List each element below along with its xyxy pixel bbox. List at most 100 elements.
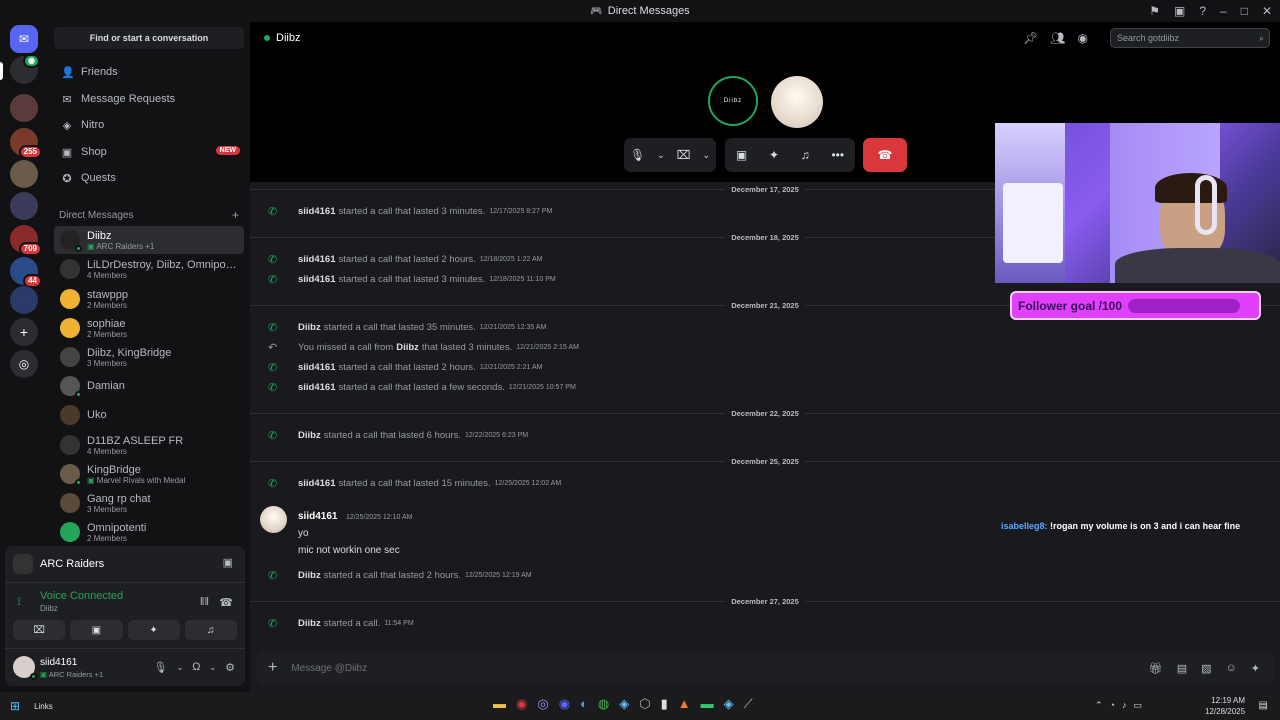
dm-item[interactable]: Damian (54, 372, 244, 400)
chevron-down-icon[interactable]: ⌄ (209, 663, 216, 674)
call-event: ✆ siid4161 started a call that lasted a fe… (268, 381, 576, 394)
nav-quests[interactable]: ✪ Quests (54, 166, 244, 190)
app-icon[interactable]: ⟋ (744, 696, 753, 712)
pin-icon[interactable]: 📌︎ (1023, 31, 1038, 45)
noise-icon[interactable]: ‖‖ (200, 596, 209, 608)
camera-off-icon[interactable]: ⌧ (677, 148, 691, 162)
app-icon[interactable]: ◉ (516, 696, 527, 712)
clock[interactable]: 12:19 AM 12/28/2025 (1205, 695, 1245, 717)
windows-start-icon[interactable]: ⊞ (10, 699, 20, 713)
chevron-down-icon[interactable]: ⌄ (657, 150, 665, 161)
discord-home-button[interactable]: ✉ (10, 25, 38, 53)
edge-icon[interactable]: ◐ (580, 696, 588, 712)
camera-button[interactable]: ⌧ (13, 620, 66, 640)
gift-icon[interactable]: 🎁︎ (1149, 662, 1163, 675)
add-server-button[interactable]: + (10, 318, 38, 346)
mic-icon[interactable]: 🎙︎ (630, 148, 645, 162)
soundboard-button[interactable]: ♫ (184, 620, 237, 640)
add-friends-icon[interactable]: 👥︎ (1050, 31, 1065, 45)
caller-avatar[interactable]: Diibz (708, 76, 758, 126)
chevron-down-icon[interactable]: ⌄ (176, 663, 183, 674)
goal-progress-bar (1128, 298, 1241, 313)
minimize-button[interactable]: – (1220, 4, 1227, 18)
screen-icon[interactable]: ▣ (1174, 4, 1185, 18)
end-call-button[interactable]: ☎ (863, 138, 907, 172)
app-icon[interactable]: ◎ (537, 696, 548, 712)
avatar (60, 464, 82, 486)
maximize-button[interactable]: □ (1241, 4, 1248, 18)
tray-chevron-icon[interactable]: ⌃ (1095, 700, 1103, 711)
nav-shop[interactable]: ▣ Shop NEW (54, 140, 244, 164)
file-explorer-icon[interactable]: ▬ (493, 696, 506, 712)
dm-item[interactable]: Uko (54, 401, 244, 429)
mic-control[interactable]: 🎙︎ ⌄ ⌧ ⌄ (624, 138, 716, 172)
chrome-icon[interactable]: ◍ (598, 696, 609, 712)
activity-icon[interactable]: ▣ (223, 556, 233, 569)
discord-taskbar-icon[interactable]: ◉ (559, 696, 570, 712)
gif-icon[interactable]: ▤ (1177, 662, 1187, 675)
screen-share-button[interactable]: ▣ (70, 620, 123, 640)
help-icon[interactable]: ? (1199, 4, 1206, 18)
steam-icon[interactable]: ◈ (619, 696, 629, 712)
chevron-down-icon[interactable]: ⌄ (702, 150, 710, 161)
add-attachment-icon[interactable]: + (268, 659, 277, 677)
dm-item[interactable]: Diibz ▣ ARC Raiders +1 (54, 226, 244, 254)
screen-share-icon[interactable]: ▣ (736, 148, 747, 162)
dm-item[interactable]: Diibz, KingBridge 3 Members (54, 343, 244, 371)
add-dm-icon[interactable]: + (232, 208, 239, 222)
server-icon[interactable]: 255 (10, 128, 42, 159)
network-icon[interactable]: ◔ (1110, 700, 1115, 711)
app-icon[interactable]: ⬡ (639, 696, 650, 712)
epic-games-icon[interactable]: ▮ (661, 696, 668, 712)
nav-friends[interactable]: 👤 Friends (54, 60, 244, 84)
activities-button[interactable]: ✦ (127, 620, 180, 640)
game-icon: ▣ (87, 475, 95, 485)
profile-icon[interactable]: ◉ (1078, 31, 1088, 45)
nav-nitro[interactable]: ◈ Nitro (54, 113, 244, 137)
avatar[interactable] (260, 506, 287, 533)
battery-icon[interactable]: ▭ (1133, 700, 1142, 711)
dm-item[interactable]: Omnipotenti 2 Members (54, 518, 244, 546)
dm-item[interactable]: sophiae 2 Members (54, 314, 244, 342)
notification-icon[interactable]: ▤ (1259, 700, 1268, 711)
volume-icon[interactable]: ♪ (1122, 700, 1127, 711)
settings-icon[interactable]: ⚙ (225, 661, 235, 674)
server-icon[interactable] (10, 160, 38, 188)
activities-icon[interactable]: ✦ (769, 148, 779, 162)
find-conversation-button[interactable]: Find or start a conversation (54, 27, 244, 49)
sticker-icon[interactable]: ▧ (1201, 662, 1211, 675)
self-avatar[interactable] (771, 76, 823, 128)
nav-message-requests[interactable]: ✉ Message Requests (54, 87, 244, 111)
server-icon[interactable]: 44 (10, 257, 42, 288)
disconnect-icon[interactable]: ☎ (219, 596, 233, 609)
dm-item[interactable]: LiLDrDestroy, Diibz, Omnipot... 4 Members (54, 255, 244, 283)
server-icon[interactable] (10, 286, 38, 314)
more-icon[interactable]: ••• (831, 148, 844, 162)
user-avatar[interactable] (13, 656, 37, 680)
links-label[interactable]: Links (34, 702, 53, 711)
avatar (60, 318, 80, 338)
server-icon[interactable] (10, 94, 38, 122)
emoji-icon[interactable]: ☺ (1226, 662, 1237, 675)
dm-item[interactable]: KingBridge ▣ Marvel Rivals with Medal (54, 460, 244, 488)
dm-item[interactable]: D11BZ ASLEEP FR 4 Members (54, 431, 244, 459)
close-button[interactable]: ✕ (1262, 4, 1272, 18)
mic-icon[interactable]: 🎙︎ (154, 661, 168, 674)
dm-item[interactable]: Gang rp chat 3 Members (54, 489, 244, 517)
app-icon[interactable]: ▲ (678, 696, 691, 712)
inbox-icon[interactable]: ⚑ (1149, 4, 1160, 18)
server-icon[interactable]: 709 (10, 225, 42, 256)
message-author[interactable]: siid4161 (298, 511, 337, 522)
server-icon[interactable] (10, 192, 38, 220)
explore-button[interactable]: ◎ (10, 350, 38, 378)
app-icon[interactable]: ▬ (701, 696, 714, 712)
search-input[interactable]: Search gotdiibz ⌕ (1110, 28, 1270, 48)
soundboard-icon[interactable]: ♫ (801, 148, 810, 162)
steam-icon[interactable]: ◈ (724, 696, 734, 712)
server-avatar[interactable]: ◉ (10, 54, 40, 84)
voice-channel[interactable]: Diibz (40, 604, 123, 613)
dm-item[interactable]: stawppp 2 Members (54, 285, 244, 313)
message-input[interactable]: Message @Diibz (291, 663, 1148, 674)
apps-icon[interactable]: ✦ (1251, 662, 1260, 675)
headset-icon[interactable]: Ω (192, 661, 200, 674)
